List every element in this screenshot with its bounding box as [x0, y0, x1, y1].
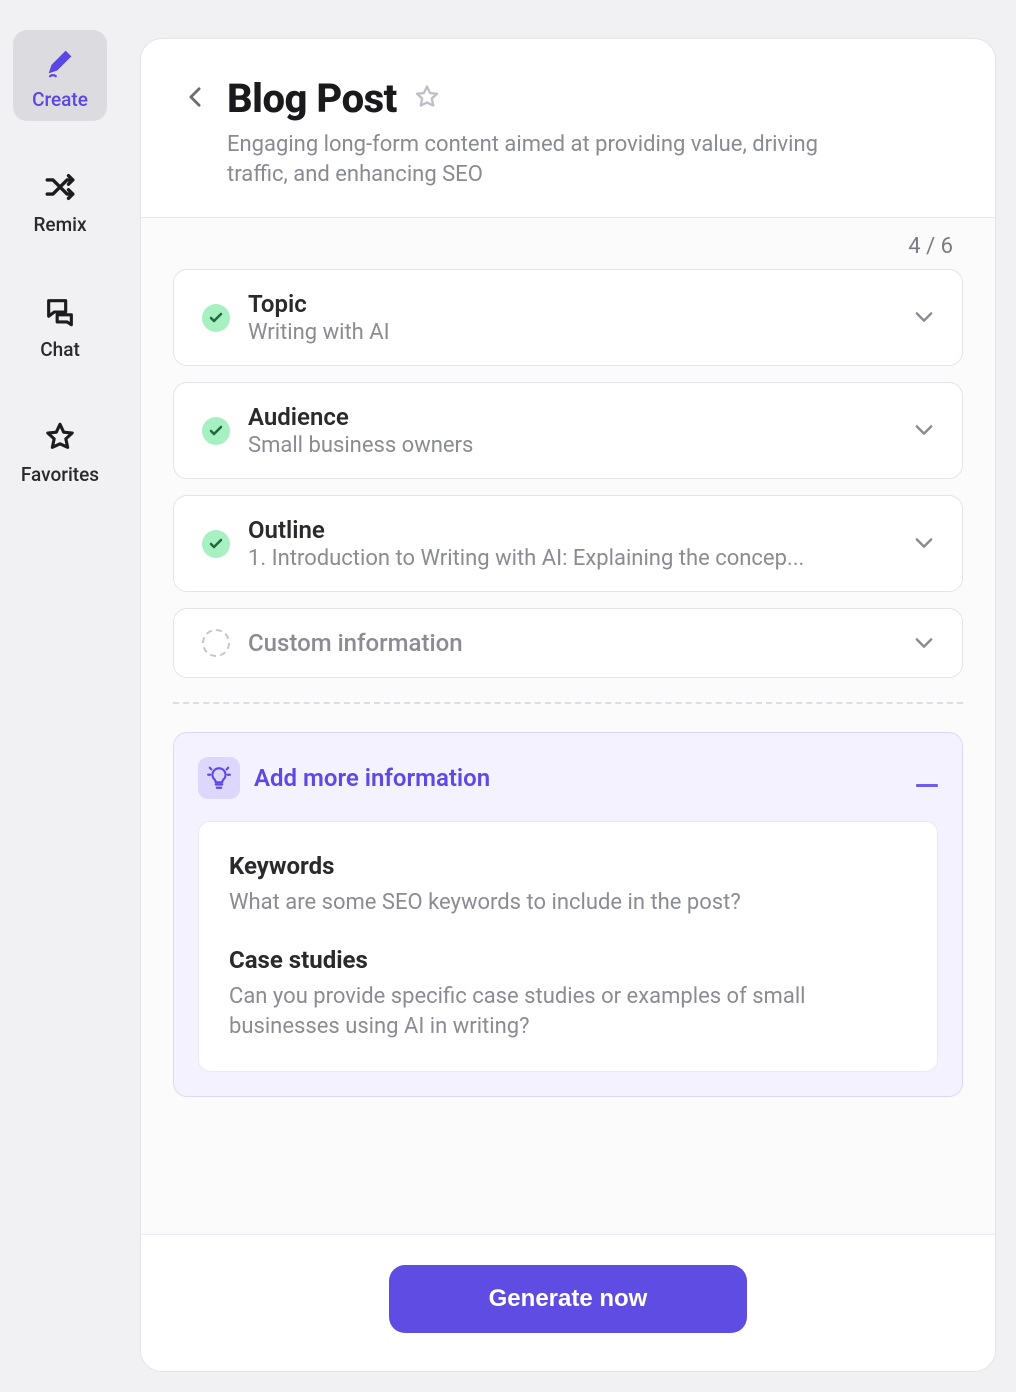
section-outline[interactable]: Outline 1. Introduction to Writing with …	[173, 495, 963, 592]
sidebar-item-create[interactable]: Create	[13, 30, 107, 121]
suggestion-title: Keywords	[229, 852, 907, 880]
sidebar-item-label: Remix	[33, 213, 86, 236]
sidebar-item-chat[interactable]: Chat	[13, 280, 107, 371]
suggestion-desc: Can you provide specific case studies or…	[229, 982, 907, 1041]
chat-icon	[42, 294, 78, 330]
main-area: Blog Post Engaging long-form content aim…	[120, 0, 1016, 1392]
favorite-toggle[interactable]	[413, 83, 441, 115]
sidebar-item-label: Favorites	[21, 463, 99, 486]
add-more-panel: Add more information Keywords What are s…	[173, 732, 963, 1097]
collapse-button[interactable]	[916, 762, 938, 795]
shuffle-icon	[42, 169, 78, 205]
suggestion-case-studies[interactable]: Case studies Can you provide specific ca…	[229, 946, 907, 1041]
card-footer: Generate now	[141, 1234, 995, 1371]
sidebar-item-remix[interactable]: Remix	[13, 155, 107, 246]
lightbulb-icon	[198, 757, 240, 799]
chevron-down-icon	[914, 308, 934, 327]
progress-counter: 4 / 6	[173, 232, 963, 269]
suggestion-desc: What are some SEO keywords to include in…	[229, 888, 907, 918]
section-value: Small business owners	[248, 433, 896, 458]
section-title: Outline	[248, 516, 896, 544]
section-audience[interactable]: Audience Small business owners	[173, 382, 963, 479]
sidebar-item-label: Create	[32, 88, 88, 111]
section-topic[interactable]: Topic Writing with AI	[173, 269, 963, 366]
card-header: Blog Post Engaging long-form content aim…	[141, 39, 995, 218]
page-title: Blog Post	[227, 75, 397, 122]
section-value: Writing with AI	[248, 320, 896, 345]
page-subtitle: Engaging long-form content aimed at prov…	[227, 130, 877, 189]
back-button[interactable]	[183, 85, 207, 109]
section-value: 1. Introduction to Writing with AI: Expl…	[248, 546, 896, 571]
chevron-down-icon	[914, 421, 934, 440]
suggestion-keywords[interactable]: Keywords What are some SEO keywords to i…	[229, 852, 907, 918]
section-title: Topic	[248, 290, 896, 318]
sidebar: Create Remix Chat	[0, 0, 120, 1392]
sidebar-item-favorites[interactable]: Favorites	[13, 405, 107, 496]
pen-icon	[42, 44, 78, 80]
sidebar-item-label: Chat	[40, 338, 80, 361]
check-icon	[202, 530, 230, 558]
divider	[173, 702, 963, 704]
suggestion-title: Case studies	[229, 946, 907, 974]
add-more-title: Add more information	[254, 764, 902, 792]
empty-status-icon	[202, 629, 230, 657]
card-body: 4 / 6 Topic Writing with AI	[141, 218, 995, 1234]
section-custom-information[interactable]: Custom information	[173, 608, 963, 678]
suggestions-box: Keywords What are some SEO keywords to i…	[198, 821, 938, 1072]
chevron-down-icon	[914, 634, 934, 653]
check-icon	[202, 417, 230, 445]
check-icon	[202, 304, 230, 332]
generate-button[interactable]: Generate now	[389, 1265, 748, 1333]
section-title: Custom information	[248, 629, 896, 657]
chevron-down-icon	[914, 534, 934, 553]
star-icon	[42, 419, 78, 455]
section-title: Audience	[248, 403, 896, 431]
content-card: Blog Post Engaging long-form content aim…	[140, 38, 996, 1372]
